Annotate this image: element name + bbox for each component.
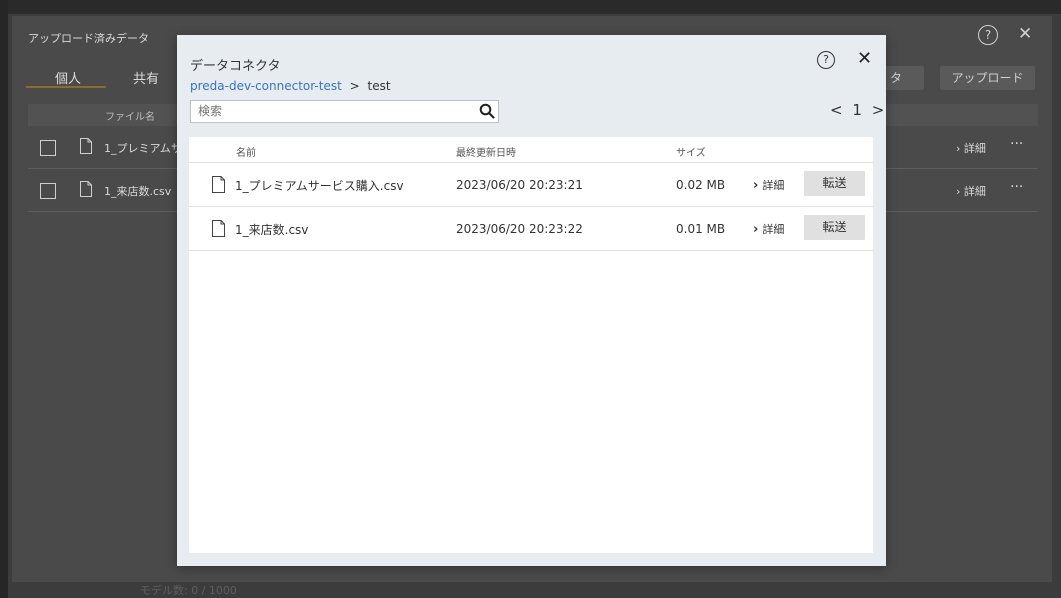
more-icon[interactable]: ··· [1010,179,1023,195]
file-row[interactable]: 1_プレミアムサービス購入.csv 2023/06/20 20:23:21 0.… [189,163,873,207]
chevron-right-icon: › [753,222,759,237]
detail-label: 詳細 [963,142,986,155]
file-modified: 2023/06/20 20:23:22 [456,222,583,236]
close-icon[interactable]: ✕ [1018,24,1032,44]
column-name: 名前 [236,148,256,159]
detail-label: 詳細 [762,179,785,192]
pagination: < 1 > [830,101,884,119]
column-modified: 最終更新日時 [456,148,516,159]
dialog-title: データコネクタ [190,59,281,74]
file-size: 0.01 MB [676,222,726,236]
close-icon[interactable]: ✕ [857,49,872,69]
detail-link[interactable]: › 詳細 [956,140,986,156]
search-box [190,100,499,123]
file-name: 1_プレミアムサ [104,142,182,155]
upload-button[interactable]: アップロード [940,66,1035,90]
row-checkbox[interactable] [40,183,56,199]
breadcrumb: preda-dev-connector-test > test [190,79,391,93]
detail-label: 詳細 [963,185,986,198]
breadcrumb-current: test [367,79,391,93]
file-icon [80,181,92,197]
column-filename: ファイル名 [105,112,155,123]
next-page-button[interactable]: > [872,101,885,119]
file-row[interactable]: 1_来店数.csv 2023/06/20 20:23:22 0.01 MB › 詳… [189,207,873,251]
left-edge [0,0,8,598]
file-list-header: 名前 最終更新日時 サイズ [189,137,873,163]
column-size: サイズ [676,148,706,159]
detail-link[interactable]: › 詳細 [753,177,784,193]
detail-link[interactable]: › 詳細 [956,183,986,199]
tab-personal[interactable]: 個人 [55,68,81,87]
transfer-button[interactable]: 転送 [804,215,865,240]
breadcrumb-separator: > [349,79,360,93]
help-icon[interactable]: ? [817,51,835,69]
panel-title: アップロード済みデータ [28,32,149,45]
detail-label: 詳細 [762,223,785,236]
file-modified: 2023/06/20 20:23:21 [456,178,583,192]
transfer-button[interactable]: 転送 [804,171,865,196]
top-strip [0,0,1061,14]
model-count: モデル数: 0 / 1000 [140,584,237,597]
help-icon[interactable]: ? [978,25,998,45]
row-checkbox[interactable] [40,140,56,156]
active-tab-indicator [26,86,106,88]
search-input[interactable] [191,101,468,120]
file-name: 1_来店数.csv [104,185,172,198]
file-icon [212,220,225,237]
file-size: 0.02 MB [676,178,726,192]
chevron-right-icon: › [753,178,759,193]
file-name: 1_来店数.csv [235,223,309,237]
current-page: 1 [852,101,862,119]
breadcrumb-root-link[interactable]: preda-dev-connector-test [190,79,342,93]
file-list: 名前 最終更新日時 サイズ 1_プレミアムサービス購入.csv 2023/06/… [189,137,873,553]
more-icon[interactable]: ··· [1010,136,1023,152]
prev-page-button[interactable]: < [830,101,843,119]
file-icon [212,176,225,193]
file-name: 1_プレミアムサービス購入.csv [235,179,404,193]
detail-link[interactable]: › 詳細 [753,221,784,237]
data-connector-dialog: データコネクタ preda-dev-connector-test > test … [177,35,886,566]
search-icon[interactable] [479,103,495,119]
tab-shared[interactable]: 共有 [133,68,159,87]
file-icon [80,138,92,154]
